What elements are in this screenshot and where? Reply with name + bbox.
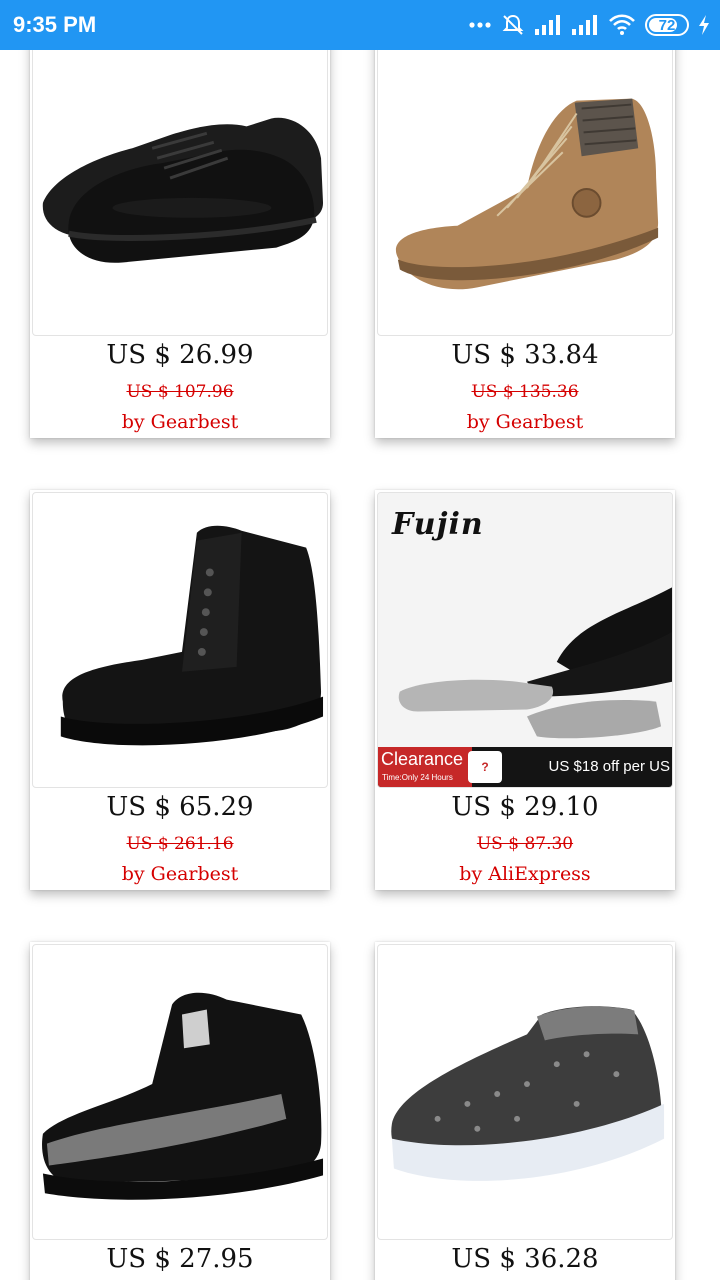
banner-offer: US $18 off per US $18.01 <box>548 758 670 775</box>
product-seller[interactable]: by Gearbest <box>375 411 675 433</box>
product-image[interactable]: Fujin Clearance Time:Only 24 Hours ? US … <box>377 492 673 788</box>
product-image[interactable] <box>32 944 328 1240</box>
product-original-price: US $ 261.16 <box>126 834 234 854</box>
product-price: US $ 33.84 <box>451 340 599 370</box>
product-price: US $ 65.29 <box>106 792 254 822</box>
status-icons: 72 <box>468 10 710 40</box>
product-image[interactable] <box>32 38 328 336</box>
product-original-price: US $ 107.96 <box>126 382 234 402</box>
battery-icon: 72 <box>645 14 689 36</box>
status-bar: 9:35 PM 72 <box>0 0 720 50</box>
more-dots-icon <box>468 20 492 30</box>
product-seller[interactable]: by Gearbest <box>30 411 330 433</box>
coupon-tag-icon: ? <box>468 751 502 783</box>
product-card[interactable]: US $ 65.29 US $ 261.16 by Gearbest <box>30 490 330 890</box>
brand-logo: Fujin <box>392 507 484 542</box>
wifi-icon <box>608 14 636 36</box>
product-seller[interactable]: by Gearbest <box>30 863 330 885</box>
product-price: US $ 36.28 <box>451 1244 599 1274</box>
product-price: US $ 26.99 <box>106 340 254 370</box>
status-time: 9:35 PM <box>13 12 97 37</box>
product-grid: US $ 26.99 US $ 107.96 by Gearbest US $ … <box>0 0 720 1280</box>
product-card[interactable]: US $ 36.28 <box>375 942 675 1280</box>
product-card[interactable]: US $ 27.95 <box>30 942 330 1280</box>
product-original-price: US $ 135.36 <box>471 382 579 402</box>
product-card[interactable]: US $ 33.84 US $ 135.36 by Gearbest <box>375 36 675 438</box>
product-image[interactable] <box>32 492 328 788</box>
banner-left: Clearance Time:Only 24 Hours <box>378 747 472 787</box>
product-card[interactable]: Fujin Clearance Time:Only 24 Hours ? US … <box>375 490 675 890</box>
signal-icon <box>534 14 562 36</box>
product-original-price: US $ 87.30 <box>476 834 574 854</box>
mute-bell-icon <box>501 13 525 37</box>
signal-icon-2 <box>571 14 599 36</box>
charging-icon <box>698 14 710 36</box>
banner-title: Clearance <box>381 749 464 769</box>
product-price: US $ 27.95 <box>106 1244 254 1274</box>
product-seller[interactable]: by AliExpress <box>375 863 675 885</box>
product-card[interactable]: US $ 26.99 US $ 107.96 by Gearbest <box>30 36 330 438</box>
product-price: US $ 29.10 <box>451 792 599 822</box>
banner-time-note: Time:Only 24 Hours <box>382 773 453 782</box>
clearance-banner: Clearance Time:Only 24 Hours ? US $18 of… <box>378 747 672 787</box>
product-image[interactable] <box>377 944 673 1240</box>
battery-percent: 72 <box>658 16 676 34</box>
product-image[interactable] <box>377 38 673 336</box>
